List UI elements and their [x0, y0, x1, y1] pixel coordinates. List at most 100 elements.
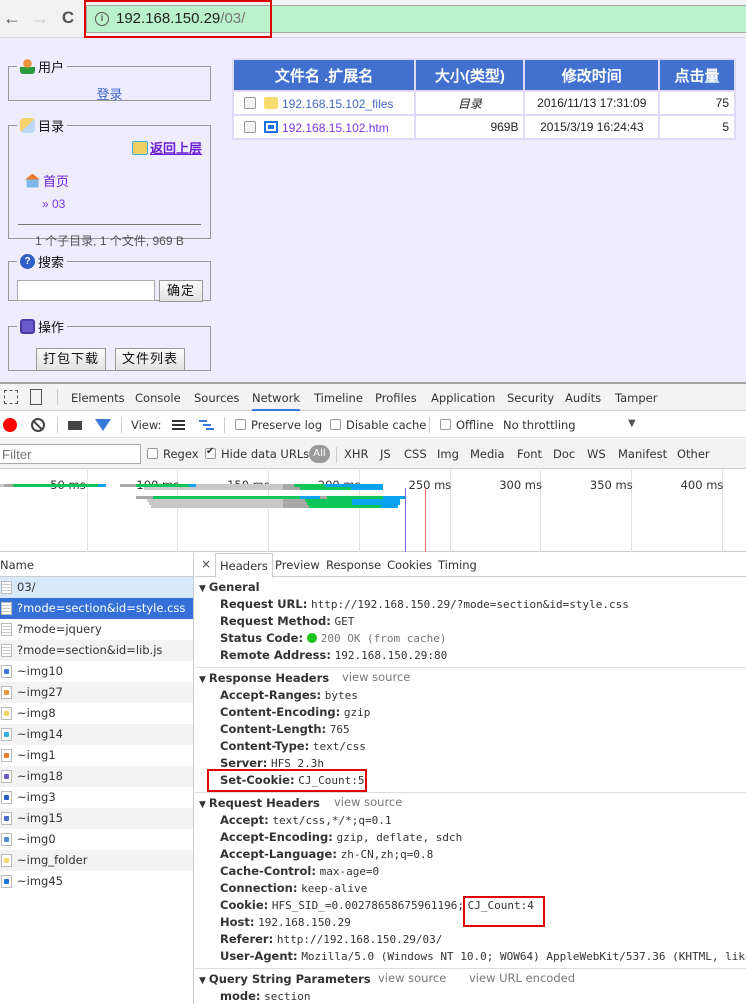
tab-headers[interactable]: Headers — [215, 553, 273, 578]
tab-security[interactable]: Security — [507, 391, 554, 405]
tab-elements[interactable]: Elements — [71, 391, 125, 405]
filter-type-font[interactable]: Font — [517, 447, 542, 461]
timeline-request-bar[interactable] — [381, 505, 398, 508]
request-row[interactable]: ?mode=section&id=lib.js — [0, 640, 193, 661]
request-row[interactable]: ~img14 — [0, 724, 193, 745]
request-row[interactable]: ?mode=section&id=style.css — [0, 598, 193, 619]
request-row[interactable]: 03/ — [0, 577, 193, 598]
filter-type-ws[interactable]: WS — [587, 447, 606, 461]
request-row[interactable]: ~img45 — [0, 871, 193, 892]
reload-icon[interactable]: C — [58, 8, 78, 28]
filter-type-all[interactable]: All — [309, 445, 330, 463]
tab-tamper[interactable]: Tamper — [615, 391, 657, 405]
disclosure-triangle-icon[interactable]: ▼ — [199, 800, 206, 810]
column-header-hits[interactable]: 点击量 — [660, 60, 734, 90]
checkbox[interactable] — [147, 448, 158, 459]
filter-icon[interactable] — [95, 419, 111, 431]
tab-audits[interactable]: Audits — [565, 391, 601, 405]
filter-input[interactable] — [0, 444, 141, 464]
archive-download-button[interactable]: 打包下载 — [36, 348, 106, 371]
tab-response[interactable]: Response — [326, 558, 381, 572]
home-link[interactable]: 首页 — [25, 171, 69, 190]
device-mode-icon[interactable] — [30, 389, 42, 405]
file-link[interactable]: 192.168.15.102_files — [282, 96, 393, 110]
timeline-request-bar[interactable] — [283, 505, 309, 508]
disclosure-triangle-icon[interactable]: ▼ — [199, 675, 206, 685]
view-url-encoded-link[interactable]: view URL encoded — [469, 971, 575, 985]
hide-data-urls-checkbox[interactable]: Hide data URLs — [205, 446, 309, 461]
checkbox[interactable] — [235, 419, 246, 430]
view-source-link[interactable]: view source — [342, 670, 410, 684]
select-checkbox[interactable] — [244, 97, 256, 110]
search-submit-button[interactable]: 确定 — [159, 280, 203, 302]
tab-network[interactable]: Network — [252, 391, 301, 411]
request-row[interactable]: ~img10 — [0, 661, 193, 682]
tab-console[interactable]: Console — [135, 391, 181, 405]
filter-type-css[interactable]: CSS — [404, 447, 427, 461]
tab-preview[interactable]: Preview — [275, 558, 320, 572]
record-icon[interactable] — [3, 418, 17, 432]
regex-checkbox[interactable]: Regex — [147, 447, 199, 461]
filter-type-xhr[interactable]: XHR — [344, 447, 369, 461]
close-icon[interactable]: × — [201, 557, 211, 571]
select-checkbox[interactable] — [244, 121, 256, 134]
overview-icon[interactable] — [199, 420, 214, 431]
timeline-request-bar[interactable] — [308, 505, 382, 508]
timeline-request-bar[interactable] — [151, 505, 284, 508]
timeline-request-bar[interactable] — [283, 487, 300, 490]
clear-icon[interactable] — [31, 418, 45, 432]
filter-type-media[interactable]: Media — [470, 447, 505, 461]
checkbox-checked[interactable] — [205, 446, 216, 459]
capture-screenshots-icon[interactable] — [68, 421, 82, 430]
view-source-link[interactable]: view source — [378, 971, 446, 985]
filter-type-doc[interactable]: Doc — [553, 447, 575, 461]
request-row[interactable]: ~img18 — [0, 766, 193, 787]
address-bar[interactable]: i 192.168.150.29/03/ — [86, 5, 746, 33]
tab-sources[interactable]: Sources — [194, 391, 240, 405]
offline-checkbox[interactable]: Offline — [440, 418, 494, 432]
tab-profiles[interactable]: Profiles — [375, 391, 417, 405]
request-row[interactable]: ~img3 — [0, 787, 193, 808]
request-row[interactable]: ~img0 — [0, 829, 193, 850]
tab-timing[interactable]: Timing — [438, 558, 477, 572]
request-row[interactable]: ~img1 — [0, 745, 193, 766]
tab-cookies[interactable]: Cookies — [387, 558, 432, 572]
breadcrumb-current[interactable]: » 03 — [42, 197, 65, 211]
view-source-link[interactable]: view source — [334, 795, 402, 809]
checkbox[interactable] — [330, 419, 341, 430]
url-text[interactable]: 192.168.150.29/03/ — [116, 10, 245, 27]
timeline-request-bar[interactable] — [120, 484, 137, 487]
forward-arrow-icon[interactable]: → — [30, 8, 50, 28]
tab-application[interactable]: Application — [431, 391, 495, 405]
column-header-name[interactable]: 文件名 .扩展名 — [234, 60, 415, 90]
request-row[interactable]: ~img8 — [0, 703, 193, 724]
inspect-element-icon[interactable] — [4, 390, 18, 404]
network-overview-timeline[interactable]: 50 ms100 ms150 ms200 ms250 ms300 ms350 m… — [0, 470, 746, 552]
timeline-request-bar[interactable] — [98, 484, 106, 487]
filter-type-img[interactable]: Img — [437, 447, 459, 461]
disclosure-triangle-icon[interactable]: ▼ — [199, 584, 206, 594]
timeline-request-bar[interactable] — [143, 487, 284, 490]
file-list-button[interactable]: 文件列表 — [115, 348, 185, 371]
timeline-request-bar[interactable] — [350, 487, 384, 490]
parent-folder-link[interactable]: 返回上层 — [131, 138, 202, 157]
request-row[interactable]: ~img_folder — [0, 850, 193, 871]
file-link[interactable]: 192.168.15.102.htm — [282, 120, 389, 134]
back-arrow-icon[interactable]: ← — [2, 8, 22, 28]
request-row[interactable]: ?mode=jquery — [0, 619, 193, 640]
search-input[interactable] — [17, 280, 155, 301]
timeline-request-bar[interactable] — [299, 487, 351, 490]
timeline-request-bar[interactable] — [13, 484, 99, 487]
general-section-title[interactable]: ▼ General — [195, 579, 746, 596]
throttling-select[interactable]: No throttling — [503, 418, 576, 432]
tab-timeline[interactable]: Timeline — [314, 391, 363, 405]
request-headers-section-title[interactable]: ▼ Request Headers — [195, 795, 746, 812]
name-column-header[interactable]: Name — [0, 553, 193, 577]
large-rows-icon[interactable] — [172, 420, 185, 431]
chevron-down-icon[interactable]: ▼ — [628, 418, 636, 429]
request-row[interactable]: ~img15 — [0, 808, 193, 829]
response-headers-section-title[interactable]: ▼ Response Headers — [195, 670, 746, 687]
filter-type-other[interactable]: Other — [677, 447, 710, 461]
timeline-request-bar[interactable] — [4, 484, 14, 487]
filter-type-js[interactable]: JS — [380, 447, 391, 461]
